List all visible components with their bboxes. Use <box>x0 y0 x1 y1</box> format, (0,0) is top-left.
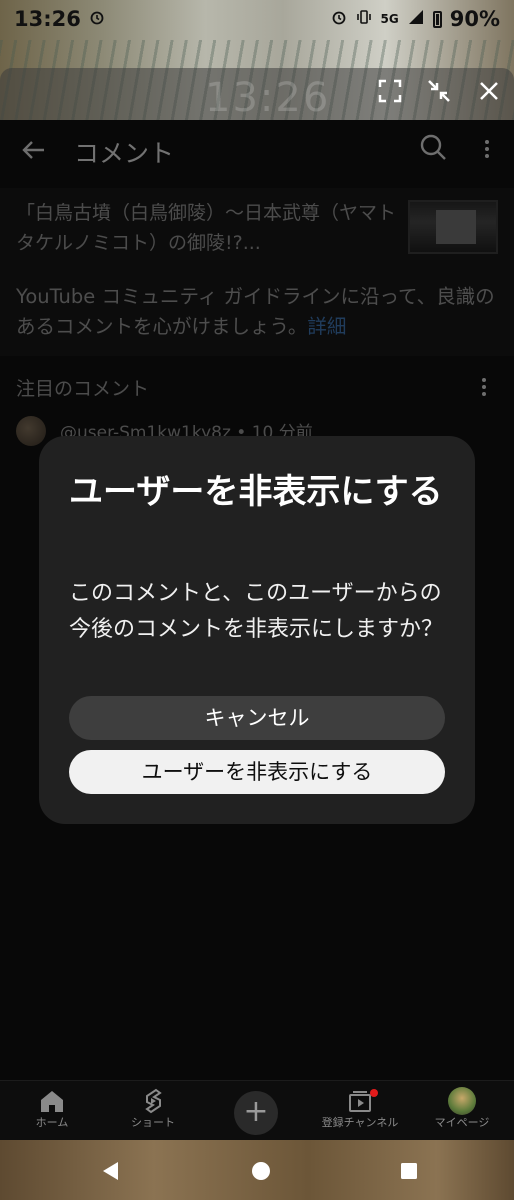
system-navigation-bar <box>0 1140 514 1200</box>
nav-home[interactable]: ホーム <box>2 1087 102 1131</box>
notification-badge <box>370 1089 378 1097</box>
home-circle-icon[interactable] <box>248 1158 274 1184</box>
alarm-icon <box>89 9 105 29</box>
nav-home-label: ホーム <box>35 1116 69 1129</box>
recents-square-icon[interactable] <box>396 1158 422 1184</box>
status-time: 13:26 <box>14 7 81 31</box>
close-icon[interactable] <box>474 78 504 108</box>
home-icon <box>2 1087 102 1115</box>
fullscreen-icon[interactable] <box>375 78 405 108</box>
status-bar: 13:26 5G 90% <box>0 0 514 38</box>
hide-user-button[interactable]: ユーザーを非表示にする <box>69 750 445 794</box>
cancel-button[interactable]: キャンセル <box>69 696 445 740</box>
alarm-icon <box>331 9 347 29</box>
nav-subscriptions-label: 登録チャンネル <box>321 1116 399 1129</box>
minimize-window-icon[interactable] <box>424 78 454 108</box>
nav-subscriptions[interactable]: 登録チャンネル <box>310 1087 410 1131</box>
nav-shorts-label: ショート <box>131 1116 175 1129</box>
nav-profile-label: マイページ <box>434 1116 490 1129</box>
vibrate-icon <box>355 9 373 29</box>
nav-profile[interactable]: マイページ <box>412 1087 512 1131</box>
profile-avatar <box>448 1087 476 1115</box>
floating-window-toolbar: 13:26 <box>0 68 514 121</box>
create-plus-icon[interactable]: + <box>234 1091 278 1135</box>
subscriptions-icon <box>310 1087 410 1115</box>
bottom-navigation: ホーム ショート + 登録チャンネル マイページ <box>0 1080 514 1140</box>
dialog-message: このコメントと、このユーザーからの今後のコメントを非表示にしますか？ <box>69 581 444 642</box>
signal-icon <box>407 9 425 29</box>
ghost-clock: 13:26 <box>205 75 331 121</box>
back-triangle-icon[interactable] <box>98 1158 124 1184</box>
hide-user-dialog: ユーザーを非表示にする このコメントと、このユーザーからの今後のコメントを非表示… <box>39 436 475 824</box>
battery-icon <box>432 10 442 28</box>
network-type: 5G <box>380 12 399 26</box>
nav-shorts[interactable]: ショート <box>103 1087 203 1131</box>
battery-level: 90% <box>449 7 500 31</box>
shorts-icon <box>103 1087 203 1115</box>
dialog-title: ユーザーを非表示にする <box>69 472 443 512</box>
